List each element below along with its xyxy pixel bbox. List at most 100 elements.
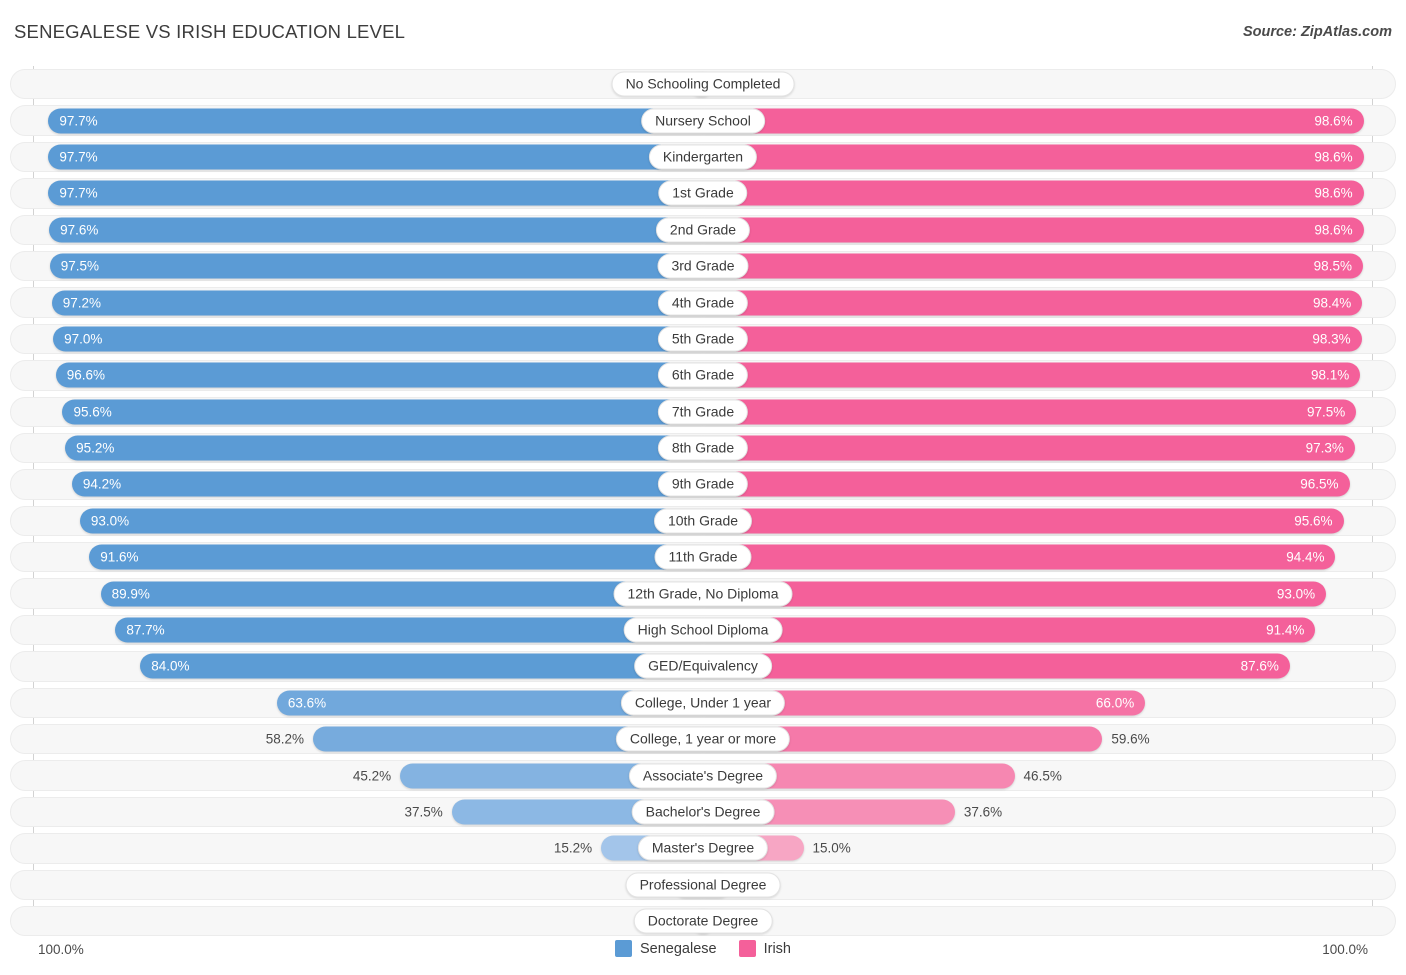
bar-irish[interactable] [703, 399, 1357, 425]
category-label-pill: 12th Grade, No Diploma [613, 581, 793, 607]
value-label-irish: 91.4% [1266, 622, 1305, 638]
row-half-left: 97.7% [0, 102, 703, 138]
bar-senegalese[interactable] [48, 108, 703, 134]
row-half-right: 97.3% [703, 430, 1406, 466]
bar-irish[interactable] [703, 144, 1364, 170]
bar-irish[interactable] [703, 653, 1290, 679]
row-half-left: 89.9% [0, 575, 703, 611]
value-label-irish: 98.6% [1314, 113, 1353, 129]
value-label-senegalese: 84.0% [151, 658, 190, 674]
chart-row: 97.2% 98.4% 4th Grade [0, 284, 1406, 320]
value-label-senegalese: 97.2% [62, 295, 102, 311]
diverging-bar-chart: 2.3%1.4%No Schooling Completed 97.7% 98.6%… [0, 66, 1406, 937]
bar-senegalese[interactable] [89, 544, 703, 570]
row-half-left: 96.6% [0, 357, 703, 393]
bar-irish[interactable] [703, 544, 1336, 570]
bar-irish[interactable] [703, 180, 1364, 206]
category-label-pill: 8th Grade [657, 435, 749, 461]
bar-senegalese[interactable] [65, 435, 703, 461]
row-half-left: 4.6% [0, 867, 703, 903]
bar-irish[interactable] [703, 617, 1316, 643]
row-half-left: 63.6% [0, 685, 703, 721]
category-label-pill: 5th Grade [657, 326, 749, 352]
legend-label-irish: Irish [763, 940, 791, 957]
chart-row: 84.0% 87.6% GED/Equivalency [0, 648, 1406, 684]
legend-item-irish: Irish [738, 940, 791, 957]
bar-irish[interactable] [703, 108, 1364, 134]
value-label-irish: 98.6% [1314, 185, 1353, 201]
bar-irish[interactable] [703, 253, 1363, 279]
bar-irish[interactable] [703, 217, 1364, 243]
row-half-right: 59.6% [703, 721, 1406, 757]
chart-row: 93.0% 95.6% 10th Grade [0, 503, 1406, 539]
value-label-senegalese: 45.2% [352, 768, 392, 784]
row-half-left: 58.2% [0, 721, 703, 757]
bar-senegalese[interactable] [115, 617, 703, 643]
row-half-left: 97.7% [0, 139, 703, 175]
value-label-irish: 46.5% [1023, 768, 1062, 784]
bar-senegalese[interactable] [140, 653, 703, 679]
bar-senegalese[interactable] [79, 508, 703, 534]
value-label-senegalese: 97.5% [60, 258, 100, 274]
value-label-senegalese: 97.0% [64, 331, 103, 347]
category-label-pill: 11th Grade [654, 544, 752, 570]
bar-senegalese[interactable] [49, 253, 703, 279]
bar-senegalese[interactable] [51, 290, 703, 316]
row-half-left: 97.6% [0, 212, 703, 248]
value-label-senegalese: 95.6% [73, 404, 112, 420]
row-half-right: 87.6% [703, 648, 1406, 684]
value-label-senegalese: 37.5% [404, 804, 443, 820]
bar-senegalese[interactable] [48, 180, 703, 206]
value-label-irish: 37.6% [963, 804, 1003, 820]
bar-irish[interactable] [703, 290, 1363, 316]
chart-row: 2.3%1.4%No Schooling Completed [0, 66, 1406, 102]
chart-footer: 100.0% 100.0% Senegalese Irish [0, 934, 1406, 975]
chart-row: 94.2% 96.5% 9th Grade [0, 466, 1406, 502]
value-label-irish: 15.0% [812, 840, 851, 856]
bar-senegalese[interactable] [71, 471, 703, 497]
row-half-right: 93.0% [703, 575, 1406, 611]
chart-row: 15.2% 15.0% Master's Degree [0, 830, 1406, 866]
bar-senegalese[interactable] [55, 362, 703, 388]
category-label-pill: Bachelor's Degree [631, 799, 775, 825]
chart-rows: 2.3%1.4%No Schooling Completed 97.7% 98.6%… [0, 66, 1406, 939]
row-half-left: 95.2% [0, 430, 703, 466]
bar-senegalese[interactable] [62, 399, 703, 425]
row-half-right: 98.6% [703, 175, 1406, 211]
row-half-left: 97.7% [0, 175, 703, 211]
row-half-left: 37.5% [0, 794, 703, 830]
legend-swatch-senegalese [615, 940, 632, 957]
legend-label-senegalese: Senegalese [640, 940, 717, 957]
row-half-left: 97.2% [0, 284, 703, 320]
bar-irish[interactable] [703, 435, 1355, 461]
value-label-senegalese: 96.6% [66, 367, 106, 383]
chart-row: 97.7% 98.6% Kindergarten [0, 139, 1406, 175]
bar-irish[interactable] [703, 581, 1327, 607]
row-half-right: 98.6% [703, 139, 1406, 175]
bar-irish[interactable] [703, 471, 1350, 497]
value-label-irish: 87.6% [1240, 658, 1279, 674]
row-half-right: 98.6% [703, 212, 1406, 248]
category-label-pill: 3rd Grade [657, 253, 749, 279]
bar-senegalese[interactable] [53, 326, 703, 352]
bar-irish[interactable] [703, 362, 1361, 388]
row-half-left: 84.0% [0, 648, 703, 684]
category-label-pill: Nursery School [641, 108, 765, 134]
bar-senegalese[interactable] [48, 144, 703, 170]
category-label-pill: Doctorate Degree [633, 908, 773, 934]
value-label-senegalese: 93.0% [90, 513, 130, 529]
value-label-senegalese: 58.2% [265, 731, 305, 747]
row-half-right: 96.5% [703, 466, 1406, 502]
row-half-right: 98.3% [703, 321, 1406, 357]
bar-irish[interactable] [703, 508, 1344, 534]
category-label-pill: 6th Grade [657, 362, 749, 388]
value-label-irish: 98.4% [1313, 295, 1352, 311]
category-label-pill: 2nd Grade [655, 217, 751, 243]
value-label-senegalese: 89.9% [111, 586, 150, 602]
page-header: SENEGALESE VS IRISH EDUCATION LEVEL Sour… [0, 0, 1406, 62]
bar-senegalese[interactable] [49, 217, 703, 243]
bar-irish[interactable] [703, 326, 1362, 352]
chart-legend: Senegalese Irish [0, 940, 1406, 957]
row-half-right: 91.4% [703, 612, 1406, 648]
chart-row: 97.5% 98.5% 3rd Grade [0, 248, 1406, 284]
